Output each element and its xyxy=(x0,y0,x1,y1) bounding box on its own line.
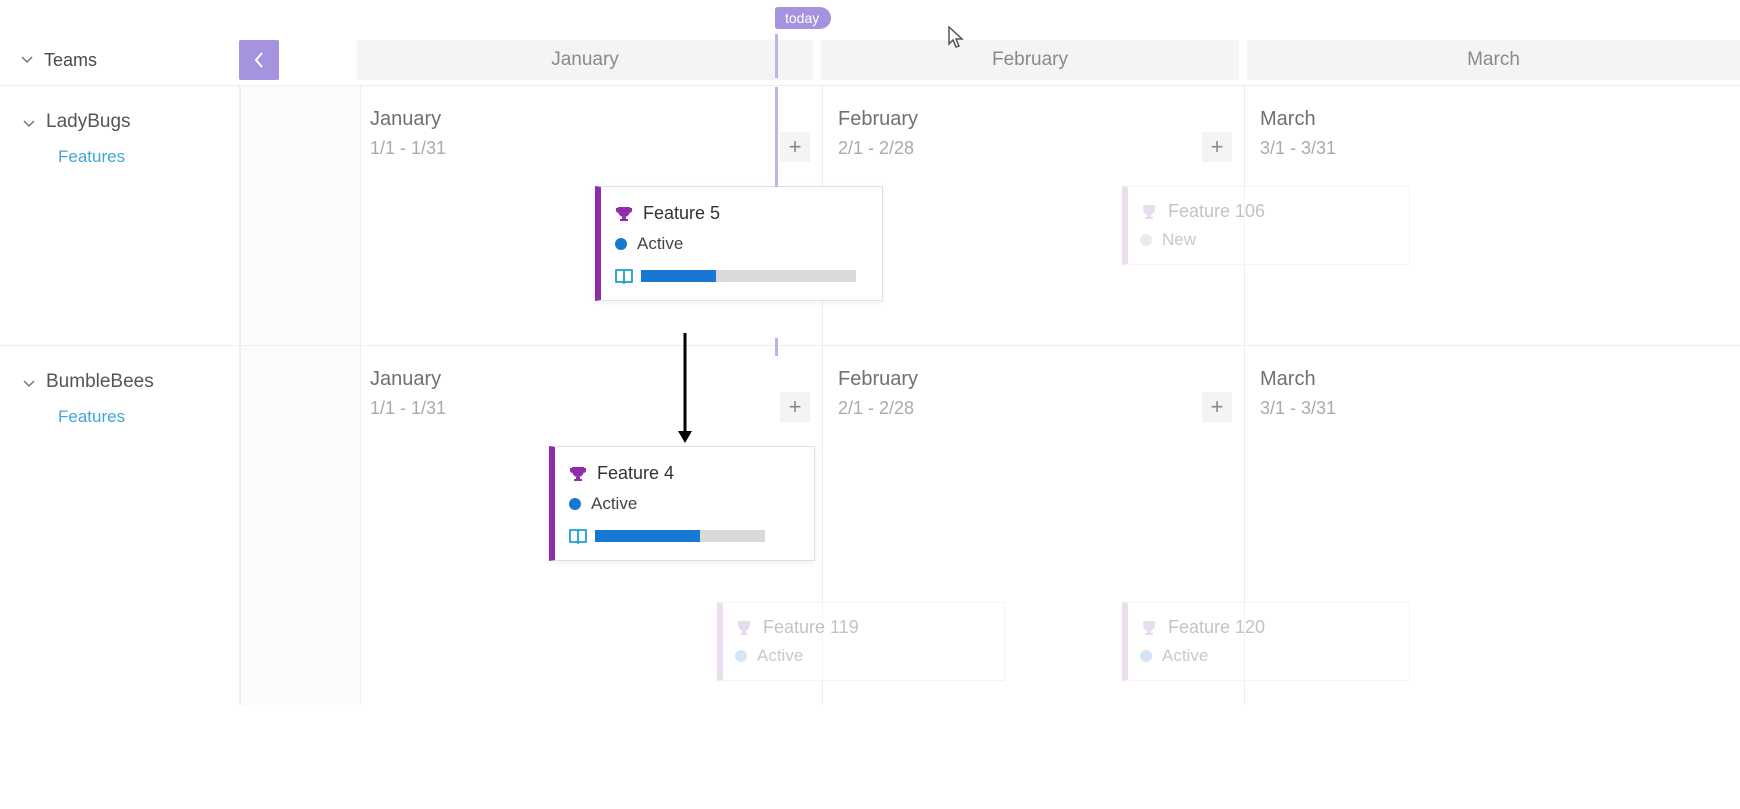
column-range: 1/1 - 1/31 xyxy=(370,138,446,159)
today-pill: today xyxy=(775,7,831,29)
progress-fill xyxy=(595,530,700,542)
column-label: January xyxy=(370,368,441,391)
card-status-label: New xyxy=(1162,230,1196,250)
card-feature-119[interactable]: Feature 119 Active xyxy=(717,602,1005,681)
status-dot xyxy=(615,238,627,250)
column-label: March xyxy=(1260,368,1316,391)
card-title-label: Feature 5 xyxy=(643,203,720,224)
status-dot xyxy=(1140,650,1152,662)
progress-bar xyxy=(641,270,856,282)
today-line xyxy=(775,87,778,187)
book-icon xyxy=(569,528,587,544)
card-feature-120[interactable]: Feature 120 Active xyxy=(1122,602,1410,681)
month-header-january[interactable]: January xyxy=(357,40,813,80)
column-range: 3/1 - 3/31 xyxy=(1260,398,1336,419)
progress-fill xyxy=(641,270,716,282)
trophy-icon xyxy=(735,619,753,637)
timeline-header: Teams January February March xyxy=(0,40,1740,80)
team-name-label: LadyBugs xyxy=(46,111,131,133)
trophy-icon xyxy=(1140,619,1158,637)
card-feature-106[interactable]: Feature 106 New xyxy=(1122,186,1410,265)
add-item-button[interactable]: + xyxy=(780,392,810,422)
team-row-bumblebees: BumbleBees Features January 1/1 - 1/31 +… xyxy=(0,345,1740,705)
teams-header[interactable]: Teams xyxy=(0,50,240,71)
month-header-march[interactable]: March xyxy=(1247,40,1740,80)
today-line xyxy=(775,338,778,356)
add-item-button[interactable]: + xyxy=(1202,392,1232,422)
today-marker: today xyxy=(775,7,831,29)
chevron-down-icon xyxy=(22,375,36,389)
card-feature-5[interactable]: Feature 5 Active xyxy=(595,186,883,301)
card-status-label: Active xyxy=(1162,646,1208,666)
column-label: January xyxy=(370,108,441,131)
features-link[interactable]: Features xyxy=(58,147,239,167)
card-title-label: Feature 106 xyxy=(1168,201,1265,222)
trophy-icon xyxy=(615,205,633,223)
chevron-down-icon xyxy=(22,115,36,129)
status-dot xyxy=(735,650,747,662)
card-status-label: Active xyxy=(637,234,683,254)
add-item-button[interactable]: + xyxy=(780,132,810,162)
column-range: 3/1 - 3/31 xyxy=(1260,138,1336,159)
team-name-label: BumbleBees xyxy=(46,371,154,393)
team-toggle-ladybugs[interactable]: LadyBugs xyxy=(22,111,239,133)
card-title-label: Feature 120 xyxy=(1168,617,1265,638)
column-range: 1/1 - 1/31 xyxy=(370,398,446,419)
column-label: February xyxy=(838,368,918,391)
status-dot xyxy=(1140,234,1152,246)
team-toggle-bumblebees[interactable]: BumbleBees xyxy=(22,371,239,393)
team-row-ladybugs: LadyBugs Features January 1/1 - 1/31 + F… xyxy=(0,85,1740,345)
column-label: February xyxy=(838,108,918,131)
teams-header-label: Teams xyxy=(44,50,97,71)
book-icon xyxy=(615,268,633,284)
trophy-icon xyxy=(1140,203,1158,221)
scroll-left-button[interactable] xyxy=(239,40,279,80)
card-status-label: Active xyxy=(591,494,637,514)
card-title-label: Feature 4 xyxy=(597,463,674,484)
chevron-down-icon xyxy=(20,53,34,67)
features-link[interactable]: Features xyxy=(58,407,239,427)
column-label: March xyxy=(1260,108,1316,131)
month-header-february[interactable]: February xyxy=(821,40,1239,80)
trophy-icon xyxy=(569,465,587,483)
progress-bar xyxy=(595,530,765,542)
column-range: 2/1 - 2/28 xyxy=(838,138,914,159)
column-range: 2/1 - 2/28 xyxy=(838,398,914,419)
dependency-arrow xyxy=(675,333,695,448)
status-dot xyxy=(569,498,581,510)
add-item-button[interactable]: + xyxy=(1202,132,1232,162)
card-feature-4[interactable]: Feature 4 Active xyxy=(549,446,815,561)
today-line xyxy=(775,34,778,78)
card-title-label: Feature 119 xyxy=(763,617,859,638)
card-status-label: Active xyxy=(757,646,803,666)
